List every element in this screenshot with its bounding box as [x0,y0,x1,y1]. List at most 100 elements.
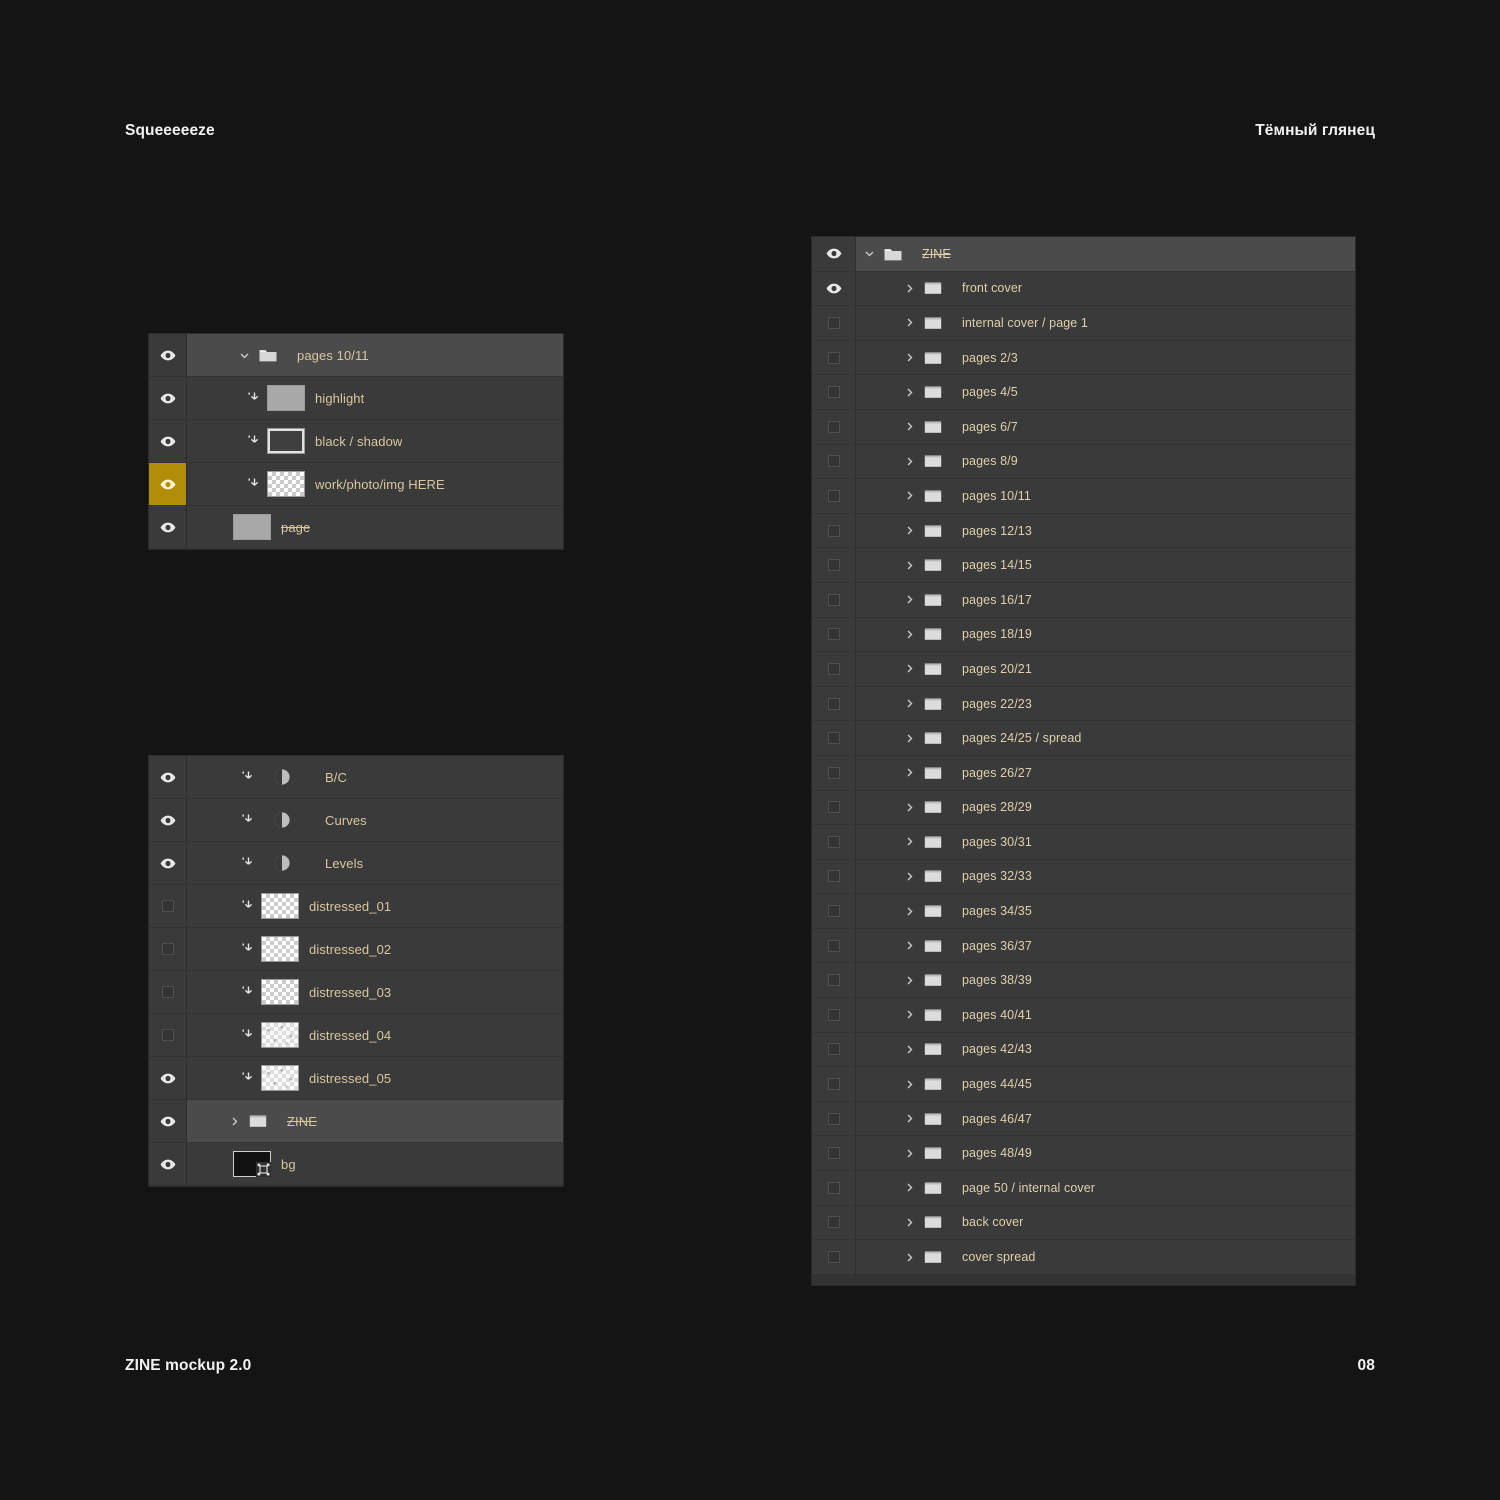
layer-row-body[interactable]: distressed_01 [187,885,563,927]
visibility-toggle[interactable] [812,1205,856,1240]
chevron-right-icon[interactable] [902,767,916,778]
layer-row[interactable]: black / shadow [149,420,563,463]
visibility-toggle[interactable] [812,1240,856,1274]
chevron-right-icon[interactable] [904,1044,915,1055]
layer-group-row[interactable]: pages 36/37 [812,928,1355,964]
visibility-toggle[interactable] [812,479,856,513]
visibility-checkbox[interactable] [827,1043,840,1056]
visibility-toggle[interactable] [812,444,856,479]
layer-row-body[interactable]: page [187,506,563,548]
chevron-right-icon[interactable] [902,1252,916,1263]
chevron-right-icon[interactable] [902,663,916,674]
chevron-right-icon[interactable] [902,490,916,501]
visibility-checkbox[interactable] [827,420,840,433]
layer-row[interactable]: distressed_04 [149,1014,563,1057]
layer-group-row[interactable]: pages 40/41 [812,998,1355,1033]
layer-row-body[interactable]: pages 42/43 [856,1033,1355,1067]
layer-row-body[interactable]: pages 34/35 [856,894,1355,928]
chevron-right-icon[interactable] [902,387,916,398]
layer-row[interactable]: distressed_02 [149,928,563,971]
chevron-right-icon[interactable] [904,629,915,640]
layer-group-row[interactable]: ZINE [812,237,1355,272]
visibility-toggle[interactable] [812,548,856,582]
pages-10-11-layers-panel[interactable]: pages 10/11 highlight black / shadow work/p… [148,333,564,550]
visibility-checkbox[interactable] [827,351,840,364]
layer-row-body[interactable]: distressed_04 [187,1014,563,1056]
visibility-toggle[interactable] [812,652,856,686]
layer-group-row[interactable]: front cover [812,271,1355,307]
layer-row-body[interactable]: pages 36/37 [856,929,1355,963]
chevron-right-icon[interactable] [904,1113,915,1124]
layer-row[interactable]: Curves [149,799,563,842]
layer-group-row[interactable]: cover spread [812,1240,1355,1275]
layer-group-row[interactable]: pages 24/25 / spread [812,721,1355,756]
visibility-checkbox[interactable] [827,316,840,329]
layer-row[interactable]: pages 10/11 [149,334,563,377]
visibility-toggle[interactable] [812,963,856,998]
visibility-toggle[interactable] [812,582,856,617]
layer-group-row[interactable]: pages 4/5 [812,375,1355,410]
layer-row-body[interactable]: pages 22/23 [856,687,1355,721]
visibility-toggle[interactable] [149,334,187,376]
chevron-right-icon[interactable] [904,1079,915,1090]
chevron-right-icon[interactable] [904,767,915,778]
visibility-checkbox[interactable] [827,593,840,606]
layer-group-row[interactable]: pages 6/7 [812,409,1355,445]
chevron-right-icon[interactable] [902,975,916,986]
layer-row-body[interactable]: pages 8/9 [856,445,1355,479]
chevron-right-icon[interactable] [904,421,915,432]
visibility-toggle[interactable] [812,340,856,375]
layer-row[interactable]: highlight [149,377,563,420]
visibility-toggle[interactable] [812,998,856,1032]
layer-row[interactable]: distressed_03 [149,971,563,1014]
chevron-right-icon[interactable] [904,1182,915,1193]
layer-group-row[interactable]: pages 12/13 [812,513,1355,549]
visibility-toggle[interactable] [149,842,187,884]
layer-row-body[interactable]: pages 6/7 [856,410,1355,444]
layer-row-body[interactable]: pages 14/15 [856,548,1355,582]
layer-group-row[interactable]: pages 18/19 [812,617,1355,653]
document-layers-panel[interactable]: B/C Curves Levels distressed_01 distressed_0… [148,755,564,1187]
visibility-toggle[interactable] [812,859,856,894]
layer-group-row[interactable]: pages 8/9 [812,444,1355,480]
visibility-checkbox[interactable] [827,697,840,710]
chevron-right-icon[interactable] [904,594,915,605]
visibility-checkbox[interactable] [827,1078,840,1091]
chevron-right-icon[interactable] [904,802,915,813]
layer-group-row[interactable]: internal cover / page 1 [812,306,1355,341]
visibility-checkbox[interactable] [161,986,174,998]
visibility-toggle[interactable] [812,271,856,306]
visibility-checkbox[interactable] [827,1008,840,1021]
layer-group-row[interactable]: pages 16/17 [812,582,1355,618]
chevron-right-icon[interactable] [904,1148,915,1159]
layer-group-row[interactable]: pages 28/29 [812,790,1355,826]
layer-group-row[interactable]: pages 2/3 [812,340,1355,376]
layer-row-body[interactable]: internal cover / page 1 [856,306,1355,340]
chevron-right-icon[interactable] [904,525,915,536]
layer-row-body[interactable]: pages 38/39 [856,963,1355,997]
layer-row[interactable]: distressed_01 [149,885,563,928]
layer-row-body[interactable]: pages 46/47 [856,1102,1355,1136]
layer-group-row[interactable]: pages 14/15 [812,548,1355,583]
layer-group-row[interactable]: pages 48/49 [812,1136,1355,1172]
layer-group-row[interactable]: pages 10/11 [812,479,1355,514]
chevron-right-icon[interactable] [902,802,916,813]
chevron-right-icon[interactable] [902,871,916,882]
chevron-down-icon[interactable] [862,248,876,259]
chevron-right-icon[interactable] [902,940,916,951]
visibility-toggle[interactable] [149,1014,187,1056]
layer-row[interactable]: distressed_05 [149,1057,563,1100]
visibility-checkbox[interactable] [827,524,840,537]
visibility-toggle[interactable] [812,1171,856,1205]
layer-row-body[interactable]: ZINE [856,237,1355,271]
chevron-right-icon[interactable] [902,1113,916,1124]
visibility-toggle[interactable] [812,790,856,825]
visibility-toggle[interactable] [812,375,856,409]
layer-row-body[interactable]: distressed_02 [187,928,563,970]
visibility-toggle[interactable] [812,513,856,548]
visibility-toggle[interactable] [812,306,856,340]
layer-row-body[interactable]: distressed_03 [187,971,563,1013]
layer-row[interactable]: ZINE [149,1100,563,1143]
layer-group-row[interactable]: pages 26/27 [812,755,1355,791]
layer-row-body[interactable]: work/photo/img HERE [187,463,563,505]
